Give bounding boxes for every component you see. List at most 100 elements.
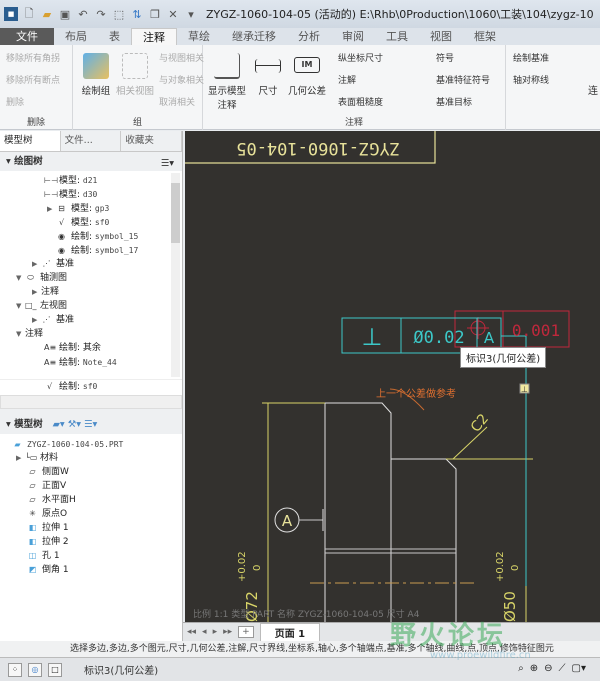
- drawing-tree-header[interactable]: ▾ 绘图树 ☰▾: [0, 152, 182, 171]
- tree-item-part[interactable]: ▰ ZYGZ-1060-104-05.PRT: [12, 438, 123, 451]
- axis-of-symmetry-button[interactable]: 轴对称线: [513, 73, 549, 86]
- datum-feature-symbol-button[interactable]: 基准特征符号: [436, 73, 490, 86]
- related-view-button[interactable]: 相关视图: [115, 53, 155, 97]
- tree-item[interactable]: ⊢⊣模型: d21: [44, 174, 97, 187]
- tree-item[interactable]: ▱ 水平面H: [27, 494, 75, 507]
- unrelate-button[interactable]: 取消相关: [159, 95, 195, 108]
- app-icon[interactable]: ■: [4, 7, 18, 21]
- tree-item[interactable]: A≡ 绘制: Note_44: [44, 356, 117, 369]
- tab-table[interactable]: 表: [98, 28, 131, 45]
- datum-target-button[interactable]: 基准目标: [436, 95, 472, 108]
- symbol-button[interactable]: 符号: [436, 51, 454, 64]
- tree-item[interactable]: ▱ 正面V: [27, 480, 66, 493]
- draw-group-button[interactable]: 绘制组: [79, 53, 113, 97]
- tab-layout[interactable]: 布局: [54, 28, 98, 45]
- tree-item[interactable]: ▼ □_ 左视图: [16, 300, 67, 313]
- windows-icon[interactable]: ❐: [148, 7, 162, 21]
- next-sheet-icon[interactable]: ▸: [213, 627, 218, 637]
- tree-item[interactable]: ▶ ⋰ 基准: [32, 258, 74, 271]
- collapse-arrow-icon[interactable]: ▼: [16, 328, 25, 341]
- relate-to-view-button[interactable]: 与视图相关: [159, 51, 204, 64]
- remove-all-breaks-button[interactable]: 移除所有断点: [6, 73, 60, 86]
- collapse-arrow-icon[interactable]: ▼: [16, 300, 25, 313]
- tree-item[interactable]: ⊢⊣模型: d30: [44, 188, 97, 201]
- tab-legacy-migration[interactable]: 继承迁移: [221, 28, 287, 45]
- surface-finish-button[interactable]: 表面粗糙度: [338, 95, 383, 108]
- expand-arrow-icon[interactable]: ▶: [16, 452, 25, 465]
- horizontal-scrollbar[interactable]: [0, 395, 182, 409]
- tree-item[interactable]: ✳ 原点O: [27, 508, 67, 521]
- select-box-icon[interactable]: ⬚: [112, 7, 126, 21]
- new-file-icon[interactable]: 🗋: [22, 7, 36, 21]
- tree-item[interactable]: √ 模型: sf0: [56, 216, 109, 229]
- repaint-icon[interactable]: ⟋: [559, 663, 566, 674]
- ordinate-dimension-button[interactable]: 纵坐标尺寸: [338, 51, 383, 64]
- add-sheet-button[interactable]: +: [238, 626, 254, 638]
- drawing-svg[interactable]: ⊥ ZYGZ-1060-104-05 ⊥ Ø0.02 A 0.001 上一个公差…: [185, 131, 600, 622]
- scrollbar-thumb[interactable]: [171, 183, 180, 243]
- tab-view[interactable]: 视图: [419, 28, 463, 45]
- model-tree-tools-icon[interactable]: ▰▾ ⚒▾ ☰▾: [53, 419, 98, 430]
- model-tree-header[interactable]: ▾ 模型树 ▰▾ ⚒▾ ☰▾: [0, 415, 182, 434]
- close-window-icon[interactable]: ✕: [166, 7, 180, 21]
- tree-item[interactable]: ◫ 孔 1: [27, 550, 60, 563]
- tree-item[interactable]: ▱ 侧面W: [27, 466, 68, 479]
- customize-dropdown-icon[interactable]: ▾: [184, 7, 198, 21]
- remove-all-jogs-button[interactable]: 移除所有角拐: [6, 51, 60, 64]
- show-model-annotations-button[interactable]: 显示模型注释: [207, 53, 247, 111]
- sheet-tab-page-1[interactable]: 页面 1: [259, 622, 321, 642]
- tree-item[interactable]: ◩ 倒角 1: [27, 564, 69, 577]
- last-sheet-icon[interactable]: ▸▸: [223, 627, 232, 637]
- tree-item[interactable]: ◧ 拉伸 2: [27, 536, 69, 549]
- vertical-scrollbar[interactable]: [171, 173, 180, 377]
- tree-item[interactable]: ▼ ⬭ 轴测图: [16, 272, 67, 285]
- tab-sketch[interactable]: 草绘: [177, 28, 221, 45]
- browser-toggle-icon[interactable]: ◎: [28, 662, 42, 677]
- tree-item[interactable]: √ 绘制: sf0: [44, 380, 97, 393]
- zoom-out-icon[interactable]: ⊖: [544, 663, 552, 674]
- tree-item[interactable]: ▶ 注释: [32, 286, 59, 299]
- tab-frame[interactable]: 框架: [463, 28, 507, 45]
- navigator-toggle-icon[interactable]: ⁘: [8, 662, 22, 677]
- expand-arrow-icon[interactable]: ▶: [32, 314, 41, 327]
- gtol-button[interactable]: IM 几何公差: [287, 53, 327, 97]
- tab-favorites[interactable]: 收藏夹: [121, 131, 183, 151]
- refit-icon[interactable]: ⌕: [518, 663, 524, 674]
- dimension-button[interactable]: 尺寸: [253, 53, 283, 97]
- draw-datum-button[interactable]: 绘制基准: [513, 51, 549, 64]
- regenerate-icon[interactable]: ⇅: [130, 7, 144, 21]
- tab-analysis[interactable]: 分析: [287, 28, 331, 45]
- tab-model-tree[interactable]: 模型树: [0, 131, 61, 151]
- tab-review[interactable]: 审阅: [331, 28, 375, 45]
- tree-item[interactable]: ◉ 绘制: symbol_15: [56, 230, 138, 243]
- save-icon[interactable]: ▣: [58, 7, 72, 21]
- redo-icon[interactable]: ↷: [94, 7, 108, 21]
- fullscreen-icon[interactable]: □: [48, 662, 62, 677]
- tab-annotate[interactable]: 注释: [131, 28, 177, 45]
- tree-item[interactable]: A≡ 绘制: 其余: [44, 342, 101, 355]
- zoom-in-icon[interactable]: ⊕: [530, 663, 538, 674]
- expand-arrow-icon[interactable]: ▶: [32, 258, 41, 271]
- annotation-group-label[interactable]: 注释: [203, 115, 505, 128]
- open-file-icon[interactable]: ▰: [40, 7, 54, 21]
- collapse-arrow-icon[interactable]: ▼: [16, 272, 25, 285]
- expand-arrow-icon[interactable]: ▶: [32, 286, 41, 299]
- tree-item[interactable]: ▼ 注释: [16, 328, 43, 341]
- delete-group-label[interactable]: 删除: [0, 115, 72, 128]
- tab-file[interactable]: 文件: [0, 28, 54, 45]
- tree-item[interactable]: ▶ ⊟ 模型: gp3: [47, 202, 109, 215]
- tree-item[interactable]: ◧ 拉伸 1: [27, 522, 69, 535]
- tree-item[interactable]: ◉ 绘制: symbol_17: [56, 244, 138, 257]
- relate-to-object-button[interactable]: 与对象相关: [159, 73, 204, 86]
- expand-arrow-icon[interactable]: ▶: [47, 203, 56, 216]
- delete-button[interactable]: 删除: [6, 95, 24, 108]
- tab-folder-browser[interactable]: 文件...: [61, 131, 122, 151]
- connect-button[interactable]: 连: [588, 82, 598, 97]
- note-button[interactable]: 注解: [338, 73, 356, 86]
- drawing-canvas[interactable]: ⊥ ZYGZ-1060-104-05 ⊥ Ø0.02 A 0.001 上一个公差…: [185, 131, 600, 622]
- prev-sheet-icon[interactable]: ◂: [202, 627, 207, 637]
- undo-icon[interactable]: ↶: [76, 7, 90, 21]
- tab-tools[interactable]: 工具: [375, 28, 419, 45]
- tree-item[interactable]: ▶ └▭ 材料: [16, 452, 58, 465]
- display-style-icon[interactable]: ▢▾: [572, 663, 586, 674]
